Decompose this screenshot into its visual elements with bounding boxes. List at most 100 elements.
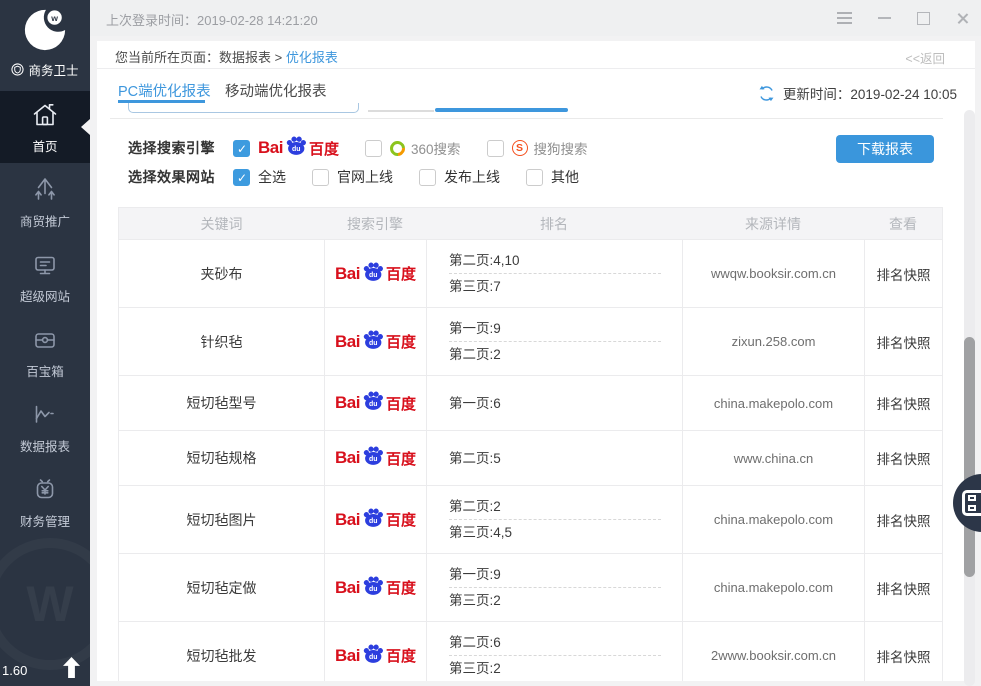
update-time-row: 更新时间：2019-02-24 10:05 (758, 83, 957, 103)
official-site-checkbox[interactable] (312, 169, 329, 186)
engine-option-baidu: Bai du 百度 (233, 136, 339, 160)
svg-text:w: w (50, 13, 58, 23)
baidu-logo-icon: Bai du 百度 (335, 330, 416, 354)
keyword-cell: 夹砂布 (119, 240, 324, 307)
baidu-paw-icon: du (361, 259, 385, 283)
baidu-paw-icon: du (361, 641, 385, 665)
baidu-logo-icon: Bai du 百度 (335, 576, 416, 600)
view-snapshot-link[interactable]: 排名快照 (864, 240, 942, 307)
sidebar-menu: 首页 商贸推广 超级网站 百宝箱 (0, 91, 90, 538)
maximize-icon[interactable] (917, 12, 930, 25)
sidebar-item-home[interactable]: 首页 (0, 91, 90, 163)
sidebar-item-label: 财务管理 (20, 511, 70, 530)
clipped-divider-fragment (368, 110, 434, 112)
rank-cell: 第二页:2第三页:4,5 (426, 486, 682, 553)
brand-row: 商务卫士 (0, 59, 90, 79)
sidebar-item-promotion[interactable]: 商贸推广 (0, 166, 90, 238)
tab-pc-report[interactable]: PC端优化报表 (118, 80, 211, 101)
svg-text:du: du (369, 401, 378, 408)
sogou-label: 搜狗搜索 (534, 138, 588, 158)
sidebar-watermark: W (0, 538, 90, 670)
keyword-cell: 短切毡规格 (119, 431, 324, 485)
main-panel: 您当前所在页面：数据报表 > 优化报表 <<返回 PC端优化报表 移动端优化报表… (97, 41, 975, 681)
scrollbar-thumb[interactable] (964, 337, 975, 577)
scrollbar-track (964, 110, 975, 686)
download-report-button[interactable]: 下载报表 (836, 135, 934, 163)
refresh-icon[interactable] (758, 85, 775, 102)
header-view: 查看 (864, 214, 942, 234)
360-label: 360搜索 (411, 138, 461, 158)
tab-mobile-report[interactable]: 移动端优化报表 (225, 80, 327, 101)
view-snapshot-link[interactable]: 排名快照 (864, 376, 942, 430)
sidebar-item-superwebsite[interactable]: 超级网站 (0, 241, 90, 313)
360-checkbox[interactable] (365, 140, 382, 157)
view-snapshot-link[interactable]: 排名快照 (864, 308, 942, 375)
svg-text:du: du (369, 653, 378, 660)
publish-site-checkbox[interactable] (419, 169, 436, 186)
header-keyword: 关键词 (119, 214, 324, 234)
keyword-cell: 短切毡定做 (119, 554, 324, 621)
finance-yen-icon (30, 475, 60, 505)
baidu-logo-icon: Bai du 百度 (258, 136, 339, 160)
site-filter-row: 选择效果网站 全选 官网上线 发布上线 其他 (128, 167, 605, 187)
site-option-other: 其他 (526, 167, 579, 187)
view-snapshot-link[interactable]: 排名快照 (864, 622, 942, 681)
svg-text:du: du (369, 339, 378, 346)
clipped-search-input[interactable] (128, 103, 359, 113)
breadcrumb-separator: > (275, 50, 283, 65)
engine-cell: Bai du 百度 (324, 554, 426, 621)
version-label: 1.60 (2, 663, 27, 678)
view-snapshot-link[interactable]: 排名快照 (864, 431, 942, 485)
sidebar-item-datareport[interactable]: 数据报表 (0, 391, 90, 463)
rank-cell: 第二页:5 (426, 431, 682, 485)
baidu-checkbox[interactable] (233, 140, 250, 157)
other-checkbox[interactable] (526, 169, 543, 186)
breadcrumb: 您当前所在页面：数据报表 > 优化报表 <<返回 (97, 41, 975, 69)
promotion-arrows-icon (30, 175, 60, 205)
view-snapshot-link[interactable]: 排名快照 (864, 554, 942, 621)
sidebar-item-toolbox[interactable]: 百宝箱 (0, 316, 90, 388)
content-area: 您当前所在页面：数据报表 > 优化报表 <<返回 PC端优化报表 移动端优化报表… (90, 36, 981, 686)
rank-cell: 第二页:6第三页:2 (426, 622, 682, 681)
section-divider (110, 118, 943, 119)
view-snapshot-link[interactable]: 排名快照 (864, 486, 942, 553)
sidebar-item-finance[interactable]: 财务管理 (0, 466, 90, 538)
sogou-logo-icon: S (512, 140, 528, 156)
sidebar-item-label: 百宝箱 (26, 361, 64, 380)
engine-cell: Bai du 百度 (324, 308, 426, 375)
table-row: 短切毡定做 Bai du 百度 第一页:9第三页:2 china.makepol… (119, 553, 942, 621)
sidebar: w 商务卫士 首页 商贸推广 (0, 0, 90, 686)
close-icon[interactable] (956, 12, 969, 25)
svg-text:du: du (369, 271, 378, 278)
site-option-official: 官网上线 (312, 167, 393, 187)
rank-cell: 第一页:6 (426, 376, 682, 430)
sogou-checkbox[interactable] (487, 140, 504, 157)
hamburger-menu-icon[interactable] (837, 12, 852, 24)
baidu-paw-icon: du (361, 388, 385, 412)
table-body: 夹砂布 Bai du 百度 第二页:4,10第三页:7 wwqw.booksir… (119, 239, 942, 681)
header-rank: 排名 (426, 214, 682, 234)
back-link[interactable]: <<返回 (905, 48, 945, 67)
brand-shield-icon (11, 63, 24, 76)
svg-text:du: du (369, 517, 378, 524)
site-option-all: 全选 (233, 167, 286, 187)
app-logo-icon: w (22, 7, 68, 53)
baidu-logo-icon: Bai du 百度 (335, 391, 416, 415)
engine-cell: Bai du 百度 (324, 486, 426, 553)
breadcrumb-prefix: 您当前所在页面： (115, 50, 219, 65)
toolbox-icon (30, 325, 60, 355)
header-source: 来源详情 (682, 214, 864, 234)
360-logo-icon (387, 137, 408, 158)
svg-text:du: du (369, 456, 378, 463)
engine-option-sogou: S 搜狗搜索 (487, 138, 588, 158)
qr-code-icon (962, 490, 981, 516)
source-cell: wwqw.booksir.com.cn (682, 240, 864, 307)
clipped-blue-button-fragment[interactable] (435, 108, 568, 112)
engine-cell: Bai du 百度 (324, 622, 426, 681)
engine-cell: Bai du 百度 (324, 376, 426, 430)
window-controls (837, 0, 969, 36)
minimize-icon[interactable] (878, 17, 891, 19)
rank-cell: 第一页:9第二页:2 (426, 308, 682, 375)
breadcrumb-parent[interactable]: 数据报表 (219, 50, 271, 65)
select-all-checkbox[interactable] (233, 169, 250, 186)
